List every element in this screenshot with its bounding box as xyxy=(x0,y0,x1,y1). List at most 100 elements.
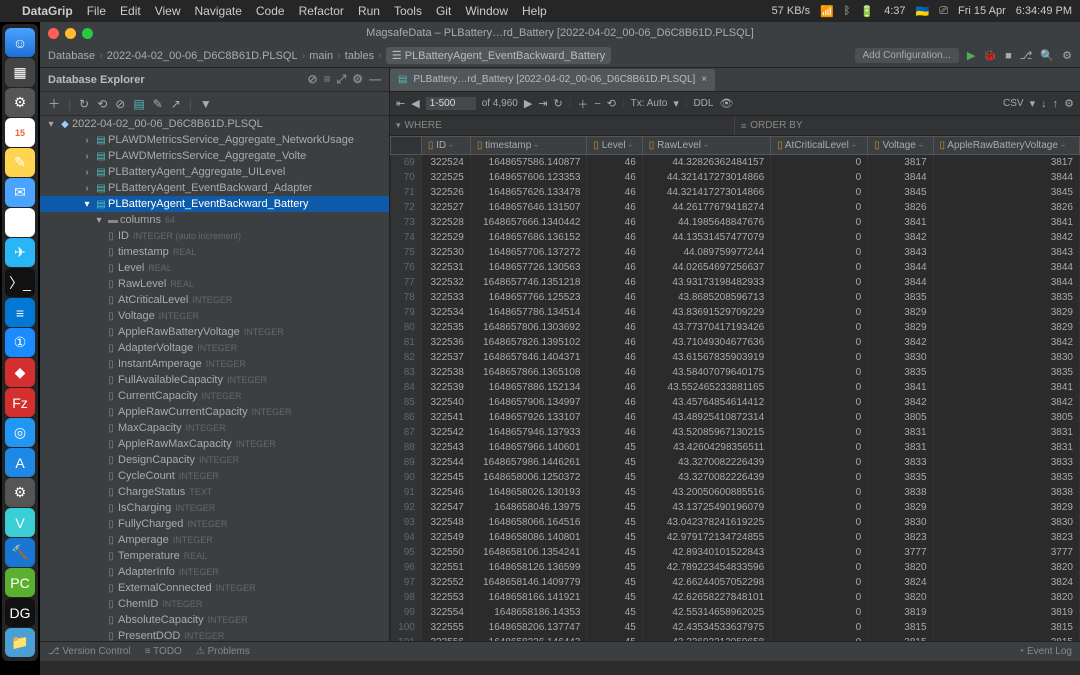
table-PLAWDMetricsService_Aggregate_NetworkUsage[interactable]: ›▤ PLAWDMetricsService_Aggregate_Network… xyxy=(40,132,389,148)
cell[interactable]: 45 xyxy=(587,530,642,545)
cell[interactable]: 1648657806.1303692 xyxy=(470,320,587,335)
cell[interactable]: 43.552465233881165 xyxy=(642,380,770,395)
column-CycleCount[interactable]: ▯ CycleCount INTEGER xyxy=(40,468,389,484)
cell[interactable]: 3805 xyxy=(868,410,933,425)
column-ExternalConnected[interactable]: ▯ ExternalConnected INTEGER xyxy=(40,580,389,596)
cell[interactable]: 3842 xyxy=(933,230,1079,245)
cell[interactable]: 1648658126.136599 xyxy=(470,560,587,575)
version-control-tool[interactable]: ⎇ Version Control xyxy=(48,646,131,657)
stop-icon[interactable]: ■ xyxy=(1005,50,1012,62)
cell[interactable]: 0 xyxy=(771,605,868,620)
cell[interactable]: 3835 xyxy=(933,365,1079,380)
cell[interactable]: 1648657626.133478 xyxy=(470,185,587,200)
cell[interactable]: 46 xyxy=(587,230,642,245)
cell[interactable]: 3829 xyxy=(868,305,933,320)
menu-refactor[interactable]: Refactor xyxy=(299,4,344,18)
cell[interactable]: 1648657586.140877 xyxy=(470,155,587,171)
cell[interactable]: 46 xyxy=(587,290,642,305)
dock-calendar[interactable]: 15 xyxy=(5,118,35,147)
menu-view[interactable]: View xyxy=(155,4,181,18)
cell[interactable]: 0 xyxy=(771,200,868,215)
column-InstantAmperage[interactable]: ▯ InstantAmperage INTEGER xyxy=(40,356,389,372)
cell[interactable]: 3842 xyxy=(868,395,933,410)
goto-icon[interactable]: ↗ xyxy=(171,97,181,111)
page-range-input[interactable] xyxy=(426,97,476,110)
tx-dropdown-icon[interactable]: ▾ xyxy=(673,97,679,110)
cell[interactable]: 3777 xyxy=(868,545,933,560)
cell[interactable]: 42.62658227848101 xyxy=(642,590,770,605)
table-row[interactable]: 733225281648657666.13404424644.198564884… xyxy=(391,215,1080,230)
tree-view[interactable]: ▾◆ 2022-04-02_00-06_D6C8B61D.PLSQL›▤ PLA… xyxy=(40,116,389,641)
cell[interactable]: 3817 xyxy=(933,155,1079,171)
cell[interactable]: 3831 xyxy=(868,425,933,440)
cell[interactable]: 322535 xyxy=(421,320,470,335)
dock-misc[interactable]: ⚙ xyxy=(5,478,35,507)
cell[interactable]: 3845 xyxy=(933,185,1079,200)
cell[interactable]: 3844 xyxy=(933,260,1079,275)
cell[interactable]: 42.55314658962025 xyxy=(642,605,770,620)
menu-file[interactable]: File xyxy=(87,4,106,18)
cell[interactable]: 46 xyxy=(587,395,642,410)
cell[interactable]: 43.3270082226439 xyxy=(642,470,770,485)
column-Amperage[interactable]: ▯ Amperage INTEGER xyxy=(40,532,389,548)
cell[interactable]: 45 xyxy=(587,545,642,560)
close-button[interactable] xyxy=(48,28,59,39)
cell[interactable]: 45 xyxy=(587,470,642,485)
event-log-tool[interactable]: ◔ Event Log xyxy=(1018,646,1072,657)
dock-app-1[interactable]: ◆ xyxy=(5,358,35,387)
cell[interactable]: 3842 xyxy=(933,335,1079,350)
cell[interactable]: 43.58407079640175 xyxy=(642,365,770,380)
wifi-icon[interactable]: 📶 xyxy=(820,5,834,18)
cell[interactable]: 45 xyxy=(587,605,642,620)
battery-icon[interactable]: 🔋 xyxy=(860,5,874,18)
cell[interactable]: 3829 xyxy=(933,305,1079,320)
sync-icon[interactable]: ⟲ xyxy=(97,97,107,111)
orderby-label[interactable]: ORDER BY xyxy=(750,120,802,131)
cell[interactable]: 0 xyxy=(771,170,868,185)
menu-code[interactable]: Code xyxy=(256,4,285,18)
cell[interactable]: 3831 xyxy=(868,440,933,455)
table-row[interactable]: 963225511648658126.1365994542.7892234548… xyxy=(391,560,1080,575)
cell[interactable]: 43.8685208596713 xyxy=(642,290,770,305)
cell[interactable]: 0 xyxy=(771,245,868,260)
cell[interactable]: 322550 xyxy=(421,545,470,560)
cell[interactable]: 0 xyxy=(771,365,868,380)
cell[interactable]: 43.52085967130215 xyxy=(642,425,770,440)
cell[interactable]: 3820 xyxy=(868,590,933,605)
cell[interactable]: 46 xyxy=(587,425,642,440)
cell[interactable]: 45 xyxy=(587,455,642,470)
debug-icon[interactable]: 🐞 xyxy=(983,49,997,62)
prev-page-icon[interactable]: ◀ xyxy=(411,97,419,110)
cell[interactable]: 43.61567835903919 xyxy=(642,350,770,365)
crumb-1[interactable]: 2022-04-02_00-06_D6C8B61D.PLSQL xyxy=(107,50,298,62)
cell[interactable]: 3823 xyxy=(933,530,1079,545)
col-AppleRawBatteryVoltage[interactable]: ▯ AppleRawBatteryVoltage ÷ xyxy=(933,137,1079,155)
import-icon[interactable]: ↑ xyxy=(1053,98,1059,110)
cell[interactable]: 3843 xyxy=(868,245,933,260)
table-row[interactable]: 923225471648658046.139754543.13725490196… xyxy=(391,500,1080,515)
cell[interactable]: 1648657886.152134 xyxy=(470,380,587,395)
cell[interactable]: 3815 xyxy=(868,620,933,635)
cell[interactable]: 322540 xyxy=(421,395,470,410)
cell[interactable]: 3838 xyxy=(868,485,933,500)
hide-icon[interactable]: — xyxy=(369,72,381,87)
cell[interactable]: 0 xyxy=(771,560,868,575)
cell[interactable]: 44.02654697256637 xyxy=(642,260,770,275)
cell[interactable]: 1648657746.1351218 xyxy=(470,275,587,290)
column-Temperature[interactable]: ▯ Temperature REAL xyxy=(40,548,389,564)
cell[interactable]: 3819 xyxy=(933,605,1079,620)
table-row[interactable]: 763225311648657726.1305634644.0265469725… xyxy=(391,260,1080,275)
cell[interactable]: 1648657906.134997 xyxy=(470,395,587,410)
remove-row-icon[interactable]: − xyxy=(594,98,600,110)
table-row[interactable]: 973225521648658146.14097794542.662440570… xyxy=(391,575,1080,590)
csv-dropdown-icon[interactable]: ▾ xyxy=(1030,97,1036,110)
gear-icon[interactable]: ⚙ xyxy=(352,72,363,87)
table-row[interactable]: 773225321648657746.13512184643.931731984… xyxy=(391,275,1080,290)
cell[interactable]: 1648657646.131507 xyxy=(470,200,587,215)
cell[interactable]: 44.321417273014866 xyxy=(642,170,770,185)
stop-sync-icon[interactable]: ⊘ xyxy=(115,97,125,111)
add-configuration-button[interactable]: Add Configuration... xyxy=(855,48,959,63)
cell[interactable]: 3838 xyxy=(933,485,1079,500)
table-row[interactable]: 833225381648657866.13651084643.584070796… xyxy=(391,365,1080,380)
col-timestamp[interactable]: ▯ timestamp ÷ xyxy=(470,137,587,155)
